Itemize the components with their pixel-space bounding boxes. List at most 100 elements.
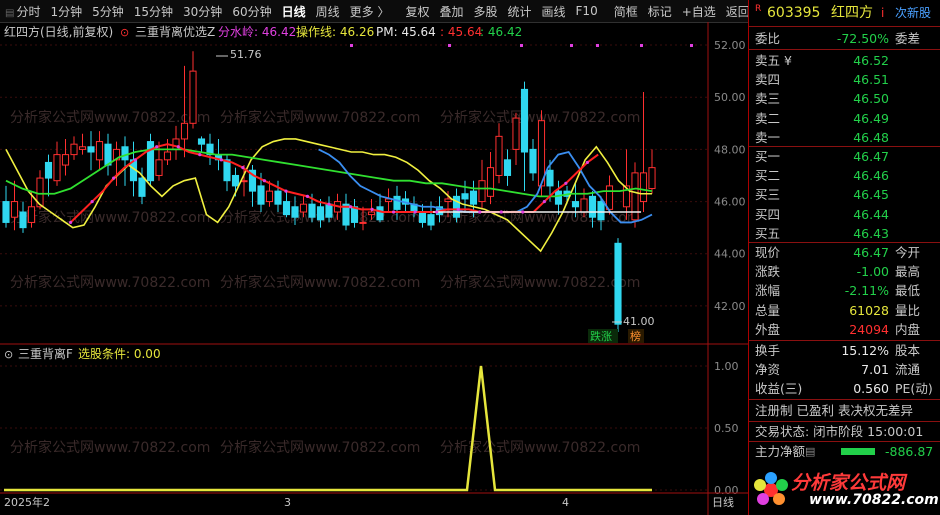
toolbar-item-14[interactable]: F10 — [571, 4, 603, 18]
signal-marker — [350, 44, 353, 47]
toolbar-item-16[interactable]: 标记 — [643, 3, 677, 20]
price-tick-3: 48.00 — [714, 143, 746, 156]
pm-dot — [176, 145, 180, 149]
candle-body — [146, 141, 155, 182]
toolbar-item-8[interactable]: 更多 〉 — [345, 3, 395, 20]
signal-marker — [570, 44, 573, 47]
price-tick-2: 46.00 — [714, 196, 746, 209]
candle-body — [546, 169, 554, 187]
trade-status: 交易状态: 闭市阶段 15:00:01 — [755, 424, 924, 439]
bid-row-1: 买二 46.46 — [755, 168, 889, 184]
sub-tick-1: 0.50 — [714, 422, 739, 435]
candle-body — [274, 190, 282, 205]
price-axis: 42.00 44.00 46.00 48.00 50.00 52.00 — [714, 39, 746, 313]
time-label-1: 3 — [284, 496, 291, 509]
main-force-bar — [841, 448, 875, 455]
signal-marker — [596, 44, 599, 47]
signal-marker — [640, 44, 643, 47]
candle-body — [631, 172, 639, 221]
pm-dot — [392, 210, 396, 214]
toolbar-item-12[interactable]: 统计 — [503, 3, 537, 20]
candle-body — [121, 146, 129, 161]
toolbar-item-0[interactable]: ▤ 分时 — [0, 3, 45, 20]
candle-body — [2, 201, 10, 223]
ask-row-2: 卖三 46.50 — [755, 91, 889, 107]
pm-dot — [219, 158, 223, 162]
watermark-10: 分析家公式网www.70822.com — [220, 439, 420, 456]
candle-body — [580, 198, 588, 213]
red-line-value: : 45.64 — [440, 25, 482, 39]
toolbar-item-15[interactable]: 简框 — [609, 3, 643, 20]
pm-dot — [198, 153, 202, 157]
candle-body — [163, 151, 172, 161]
candle-body — [588, 195, 597, 218]
candle-body — [427, 214, 435, 226]
candle-body — [70, 143, 78, 156]
cao-zuo-xian-label: 操作线: 46.26 — [296, 24, 374, 39]
stat-row-4: 外盘 24094 内盘 — [755, 321, 921, 337]
list-icon[interactable]: ▤ — [805, 442, 815, 461]
toolbar-item-6[interactable]: 日线 — [277, 3, 311, 20]
candle-body — [231, 174, 240, 187]
bid-row-0: 买一 46.47 — [755, 149, 889, 164]
pm-dot — [413, 210, 417, 214]
pm-dot — [542, 199, 546, 204]
stat-row-2: 涨幅 -2.11% 最低 — [755, 283, 921, 299]
candle-body — [529, 148, 537, 174]
toolbar-item-11[interactable]: 多股 — [468, 3, 502, 20]
watermark-0: 分析家公式网www.70822.com — [10, 109, 210, 126]
candle-body — [486, 167, 495, 197]
watermark-1: 分析家公式网www.70822.com — [220, 109, 420, 126]
info-line: 注册制 已盈利 表决权无差异 — [755, 403, 913, 418]
candle-body — [19, 211, 27, 229]
toolbar-item-10[interactable]: 叠加 — [434, 3, 468, 20]
candle-body — [359, 221, 367, 224]
candle-body — [639, 172, 648, 203]
candle-body — [61, 154, 70, 166]
toolbar-item-5[interactable]: 60分钟 — [227, 3, 276, 20]
candle-body — [554, 190, 563, 205]
toolbar-item-7[interactable]: 周线 — [311, 3, 345, 20]
pm-dot — [348, 205, 353, 209]
candle-body — [78, 146, 87, 150]
main-force-row: 主力净额 ▤ -886.87 — [755, 442, 934, 461]
stock-name: 红四方 — [831, 5, 873, 21]
toolbar-item-13[interactable]: 画线 — [537, 3, 571, 20]
info-icon[interactable]: i — [881, 2, 884, 24]
candle-body — [393, 195, 401, 210]
candle-body — [325, 203, 333, 218]
time-axis-right-label: 日线 — [712, 495, 734, 509]
candle-body — [418, 211, 427, 223]
toolbar-item-2[interactable]: 5分钟 — [87, 3, 129, 20]
toolbar-item-17[interactable]: +自选 — [677, 3, 721, 20]
collapse-icon[interactable]: ⊙ — [120, 26, 129, 39]
candle-body — [197, 138, 206, 145]
sub-chart-grid: 1.000.500.00 — [0, 360, 739, 497]
stat-row-0: 现价 46.47 今开 — [755, 245, 921, 260]
candle-body — [308, 203, 316, 218]
sub-new-stock-tag[interactable]: 次新股 — [895, 2, 931, 24]
ask-row-0: 卖五 ¥46.52 — [755, 53, 889, 68]
price-tick-1: 44.00 — [714, 248, 746, 261]
time-label-2: 4 — [562, 496, 569, 509]
wei-bi-row: 委比 -72.50% 委差 — [755, 31, 921, 46]
candle-body — [648, 167, 656, 190]
toolbar-item-4[interactable]: 30分钟 — [178, 3, 227, 20]
candle-body — [53, 154, 61, 182]
pm-dot — [327, 202, 331, 206]
ask-row-4: 卖一 46.48 — [755, 129, 889, 145]
toolbar-item-1[interactable]: 1分钟 — [45, 3, 87, 20]
candle-body — [291, 206, 299, 218]
candle-body — [571, 201, 580, 208]
candle-body — [95, 141, 104, 161]
candle-body — [316, 206, 325, 221]
watermark-7: 分析家公式网www.70822.com — [220, 274, 420, 291]
candle-body — [257, 185, 265, 205]
sub-condition-label: 选股条件: 0.00 — [78, 347, 161, 361]
candle-body — [444, 198, 452, 203]
toolbar-item-9[interactable]: 复权 — [400, 3, 434, 20]
sub-collapse-icon[interactable]: ⊙ — [4, 348, 13, 361]
pm-dot — [262, 179, 266, 183]
toolbar-item-3[interactable]: 15分钟 — [129, 3, 178, 20]
candle-body — [367, 211, 376, 216]
